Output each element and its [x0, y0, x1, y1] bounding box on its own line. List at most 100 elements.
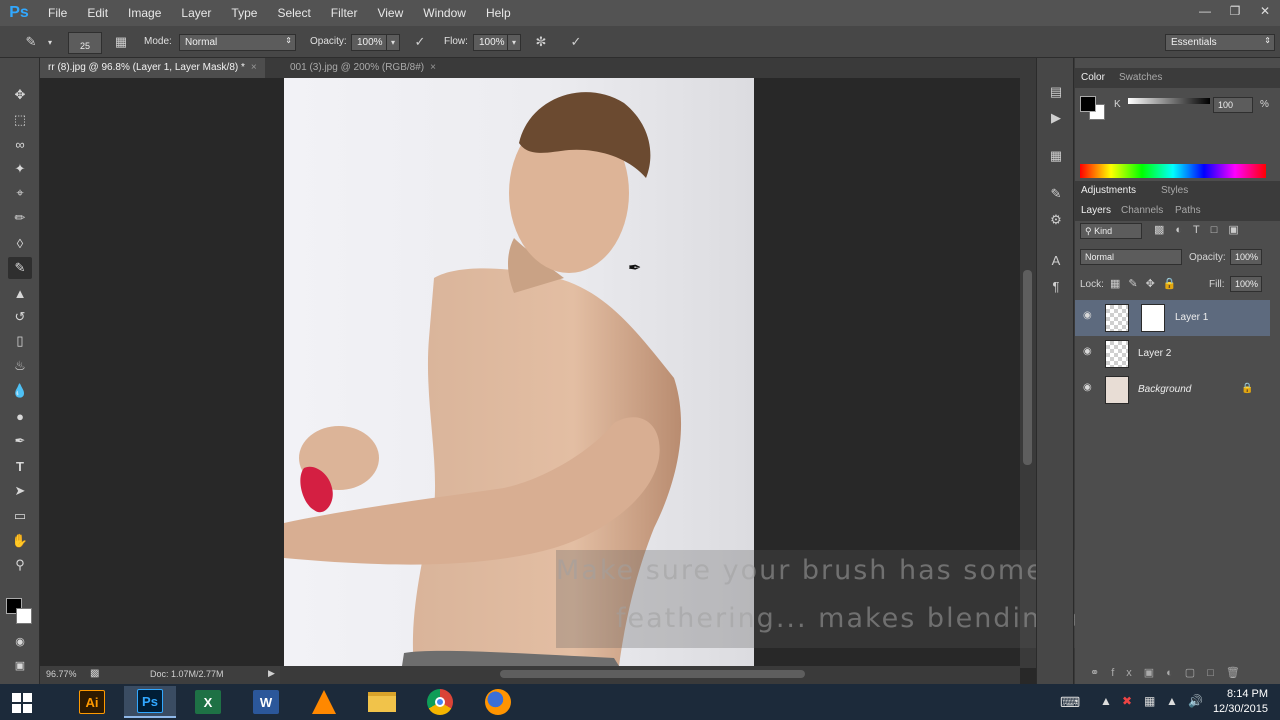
layer-opacity-input[interactable]: 100% [1230, 249, 1262, 265]
windows-flag-icon[interactable]: ▦ [1144, 694, 1155, 708]
eye-icon[interactable]: ◉ [1083, 382, 1097, 396]
taskbar-word[interactable]: W [240, 686, 292, 718]
menu-edit[interactable]: Edit [77, 0, 118, 26]
network-icon[interactable]: ▲ [1166, 694, 1178, 708]
lock-icons[interactable]: ▦✎✥🔒 [1110, 277, 1185, 290]
flow-input[interactable]: 100% [473, 34, 509, 51]
tab-swatches[interactable]: Swatches [1119, 72, 1162, 83]
history-icon[interactable]: ▤ [1046, 82, 1066, 102]
taskbar-firefox[interactable] [472, 686, 524, 718]
blend-mode-select[interactable]: Normal [1080, 249, 1182, 265]
quick-mask-icon[interactable]: ◉ [8, 630, 32, 652]
play-icon[interactable]: ▶ [268, 668, 275, 679]
vertical-scroll-thumb[interactable] [1023, 270, 1032, 465]
zoom-level[interactable]: 96.77% [46, 669, 77, 679]
kind-filter-select[interactable]: ⚲ Kind [1080, 223, 1142, 239]
pressure-opacity-icon[interactable]: ✓ [409, 32, 431, 52]
close-icon[interactable]: × [430, 62, 436, 73]
export-icon[interactable]: ▩ [90, 668, 99, 679]
lasso-tool-icon[interactable]: ∞ [8, 133, 32, 155]
eye-icon[interactable]: ◉ [1083, 310, 1097, 324]
foreground-color-chip[interactable] [1080, 96, 1096, 112]
k-value-input[interactable]: 100 [1213, 97, 1253, 113]
k-slider[interactable] [1128, 98, 1210, 104]
volume-icon[interactable]: 🔊 [1188, 694, 1203, 708]
taskbar-excel[interactable]: X [182, 686, 234, 718]
minimize-icon[interactable]: — [1190, 0, 1220, 22]
menu-select[interactable]: Select [267, 0, 320, 26]
hand-tool-icon[interactable]: ✋ [8, 530, 32, 552]
menu-window[interactable]: Window [413, 0, 476, 26]
crop-tool-icon[interactable]: ⌖ [8, 182, 32, 204]
taskbar-vlc[interactable] [298, 686, 350, 718]
properties-icon[interactable]: ▦ [1046, 146, 1066, 166]
taskbar-file-explorer[interactable] [356, 686, 408, 718]
document-tab-inactive[interactable]: 001 (3).jpg @ 200% (RGB/8#) × [282, 58, 444, 78]
pen-tool-icon[interactable]: ✒ [8, 430, 32, 452]
tab-styles[interactable]: Styles [1161, 185, 1188, 196]
menu-filter[interactable]: Filter [321, 0, 368, 26]
history-brush-tool-icon[interactable]: ↺ [8, 306, 32, 328]
menu-image[interactable]: Image [118, 0, 171, 26]
healing-tool-icon[interactable]: ◊ [8, 232, 32, 254]
brush-tool-icon[interactable]: ✎ [8, 257, 32, 279]
layer-row-layer-2[interactable]: ◉ Layer 2 [1075, 336, 1270, 372]
layer-row-layer-1[interactable]: ◉ Layer 1 [1075, 300, 1270, 336]
menu-layer[interactable]: Layer [171, 0, 221, 26]
character-icon[interactable]: A [1046, 250, 1066, 270]
pressure-size-icon[interactable]: ✓ [565, 32, 587, 52]
layer-filter-icons[interactable]: ▩◐T□▣ [1154, 223, 1250, 236]
system-clock[interactable]: 8:14 PM 12/30/2015 [1213, 687, 1268, 717]
brush-settings-icon[interactable]: ✎ [1046, 184, 1066, 204]
menu-type[interactable]: Type [221, 0, 267, 26]
menu-file[interactable]: File [38, 0, 77, 26]
action-center-icon[interactable]: ✖ [1122, 694, 1132, 708]
windows-start-icon[interactable] [12, 693, 32, 713]
show-hidden-icons[interactable]: ▲ [1100, 694, 1112, 708]
workspace-select[interactable]: Essentials ⇕ [1165, 34, 1275, 51]
clone-source-icon[interactable]: ⚙ [1046, 210, 1066, 230]
marquee-tool-icon[interactable]: ⬚ [8, 109, 32, 131]
close-icon[interactable]: ✕ [1250, 0, 1280, 22]
taskbar-illustrator[interactable]: Ai [66, 686, 118, 718]
path-selection-tool-icon[interactable]: ➤ [8, 480, 32, 502]
menu-help[interactable]: Help [476, 0, 521, 26]
rectangle-tool-icon[interactable]: ▭ [8, 505, 32, 527]
layer-row-background[interactable]: ◉ Background 🔒 [1075, 372, 1270, 408]
eyedropper-tool-icon[interactable]: ✏ [8, 207, 32, 229]
eye-icon[interactable]: ◉ [1083, 346, 1097, 360]
background-color-swatch[interactable] [16, 608, 32, 624]
brush-preset-dropdown[interactable]: ▾ [43, 34, 57, 51]
clone-stamp-tool-icon[interactable]: ▲ [8, 282, 32, 304]
actions-play-icon[interactable]: ▶ [1046, 108, 1066, 128]
taskbar-chrome[interactable] [414, 686, 466, 718]
magic-wand-tool-icon[interactable]: ✦ [8, 158, 32, 180]
brush-preset-icon[interactable]: ✎ [20, 32, 42, 52]
taskbar-photoshop[interactable]: Ps [124, 686, 176, 718]
tab-layers[interactable]: Layers [1081, 205, 1111, 216]
brush-panel-icon[interactable]: ▦ [110, 32, 132, 52]
flow-dropdown[interactable]: ▾ [507, 34, 521, 51]
keyboard-icon[interactable]: ⌨ [1060, 694, 1080, 711]
tab-channels[interactable]: Channels [1121, 205, 1163, 216]
opacity-dropdown[interactable]: ▾ [386, 34, 400, 51]
menu-view[interactable]: View [367, 0, 413, 26]
layers-footer-icons[interactable]: ⚭fx▣◐▢□🗑 [1090, 666, 1252, 679]
restore-icon[interactable]: ❐ [1220, 0, 1250, 22]
color-ramp[interactable] [1080, 164, 1266, 178]
paragraph-icon[interactable]: ¶ [1046, 276, 1066, 296]
tab-color[interactable]: Color [1081, 72, 1105, 83]
move-tool-icon[interactable]: ✥ [8, 84, 32, 106]
layer-mask-thumbnail[interactable] [1141, 304, 1165, 332]
mode-select[interactable]: Normal ⇕ [179, 34, 296, 51]
opacity-input[interactable]: 100% [351, 34, 387, 51]
fill-input[interactable]: 100% [1230, 276, 1262, 292]
screen-mode-icon[interactable]: ▣ [8, 654, 32, 676]
type-tool-icon[interactable]: T [8, 455, 32, 477]
document-tab-active[interactable]: rr (8).jpg @ 96.8% (Layer 1, Layer Mask/… [40, 58, 265, 78]
paint-bucket-tool-icon[interactable]: ♨ [8, 355, 32, 377]
eraser-tool-icon[interactable]: ▯ [8, 330, 32, 352]
zoom-tool-icon[interactable]: ⚲ [8, 554, 32, 576]
close-icon[interactable]: × [251, 62, 257, 73]
blur-tool-icon[interactable]: 💧 [8, 380, 32, 402]
